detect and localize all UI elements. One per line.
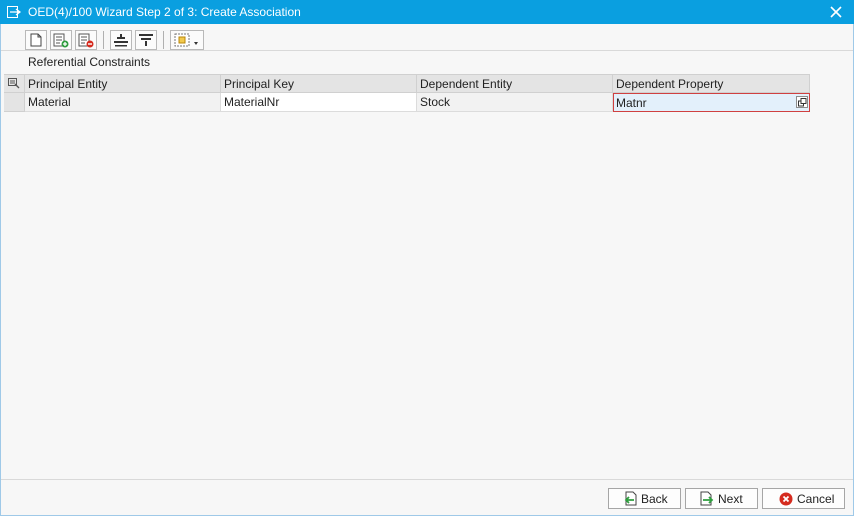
- window-title: OED(4)/100 Wizard Step 2 of 3: Create As…: [28, 5, 301, 19]
- cancel-button[interactable]: Cancel: [762, 488, 845, 509]
- next-arrow-icon: [700, 491, 714, 506]
- close-icon[interactable]: [826, 2, 846, 22]
- back-button[interactable]: Back: [608, 488, 681, 509]
- toolbar-separator: [163, 31, 164, 49]
- wizard-buttons: Back Next Cancel: [608, 488, 845, 509]
- referential-constraints-table: Principal Entity Principal Key Dependent…: [4, 74, 810, 112]
- delete-row-button[interactable]: [75, 30, 97, 50]
- select-all-icon[interactable]: [4, 75, 25, 92]
- back-button-label: Back: [641, 491, 668, 506]
- toolbar-separator: [103, 31, 104, 49]
- cell-dependent-property[interactable]: Matnr: [613, 93, 810, 112]
- cancel-button-label: Cancel: [797, 491, 835, 506]
- grid-toolbar: [25, 29, 204, 51]
- value-help-icon[interactable]: [796, 96, 808, 108]
- filter-icon: [139, 34, 153, 46]
- insert-row-button[interactable]: [50, 30, 72, 50]
- section-title: Referential Constraints: [28, 55, 151, 69]
- cancel-icon: [779, 492, 793, 505]
- dependent-property-value: Matnr: [616, 96, 647, 110]
- cell-dependent-entity[interactable]: Stock: [417, 93, 613, 112]
- layout-dropdown-icon: [174, 33, 198, 47]
- next-button[interactable]: Next: [685, 488, 758, 509]
- layout-button[interactable]: [170, 30, 204, 50]
- title-bar: OED(4)/100 Wizard Step 2 of 3: Create As…: [0, 0, 854, 24]
- cell-principal-key[interactable]: MaterialNr: [221, 93, 417, 112]
- wizard-dialog: Referential Constraints Principal Entity…: [0, 24, 854, 516]
- footer-divider: [1, 479, 853, 480]
- column-header-principal-entity[interactable]: Principal Entity: [25, 75, 221, 92]
- new-entry-button[interactable]: [25, 30, 47, 50]
- back-arrow-icon: [624, 491, 637, 506]
- align-button[interactable]: [110, 30, 132, 50]
- table-row: Material MaterialNr Stock Matnr: [4, 93, 810, 112]
- align-icon: [114, 34, 128, 47]
- insert-row-icon: [53, 33, 69, 47]
- cell-principal-entity[interactable]: Material: [25, 93, 221, 112]
- window-menu-icon[interactable]: [6, 4, 22, 20]
- filter-button[interactable]: [135, 30, 157, 50]
- row-selector[interactable]: [4, 93, 25, 112]
- column-header-dependent-property[interactable]: Dependent Property: [613, 75, 810, 92]
- column-header-dependent-entity[interactable]: Dependent Entity: [417, 75, 613, 92]
- column-header-principal-key[interactable]: Principal Key: [221, 75, 417, 92]
- toolbar-divider: [1, 50, 853, 51]
- new-document-icon: [30, 33, 42, 47]
- delete-row-icon: [78, 33, 94, 47]
- table-header: Principal Entity Principal Key Dependent…: [4, 74, 810, 93]
- next-button-label: Next: [718, 491, 743, 506]
